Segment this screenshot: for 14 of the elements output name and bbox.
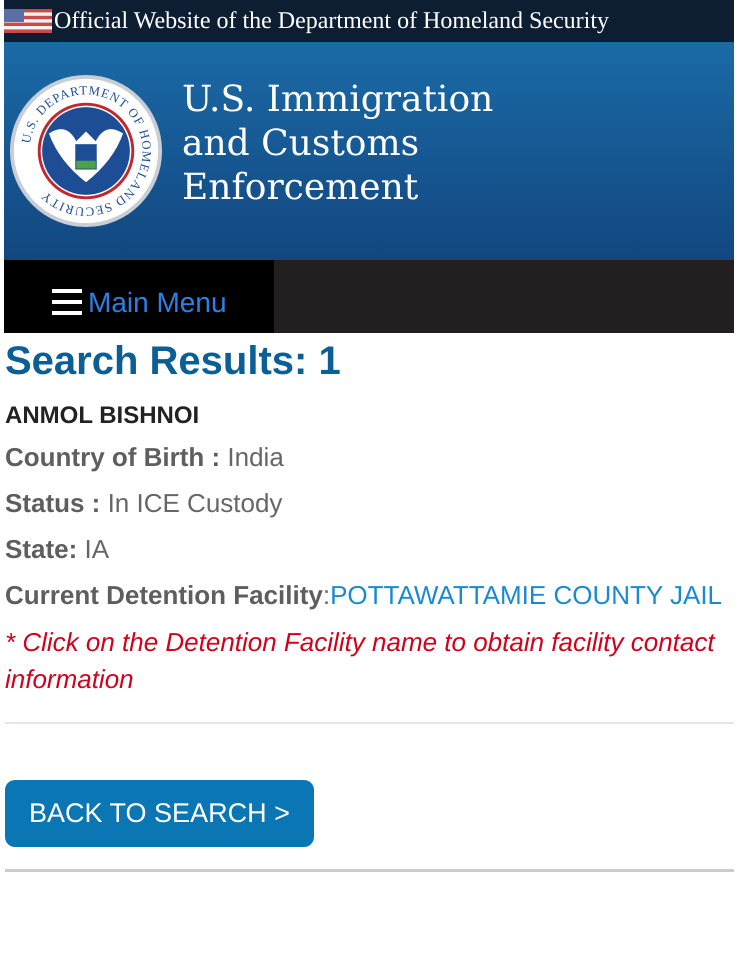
menu-icon — [52, 287, 82, 317]
detail-label: Current Detention Facility: — [5, 580, 330, 610]
facility-note: * Click on the Detention Facility name to obtain facility contact information — [5, 626, 716, 696]
person-name: ANMOL BISHNOI — [5, 402, 200, 430]
back-to-search-button[interactable]: BACK TO SEARCH > — [5, 780, 314, 847]
results-heading: Search Results: 1 — [5, 339, 342, 384]
official-website-text: Official Website of the Department of Homeland Security — [54, 8, 610, 34]
main-menu-button[interactable]: Main Menu — [4, 260, 274, 333]
detail-line: Status : In ICE Custody — [5, 488, 282, 518]
agency-title: U.S. Immigration and Customs Enforcement — [182, 78, 494, 210]
facility-link[interactable]: POTTAWATTAMIE COUNTY JAIL — [330, 580, 722, 610]
flag-icon — [4, 9, 52, 33]
detail-line: State: IA — [5, 534, 110, 564]
detail-line: Country of Birth : India — [5, 442, 284, 472]
